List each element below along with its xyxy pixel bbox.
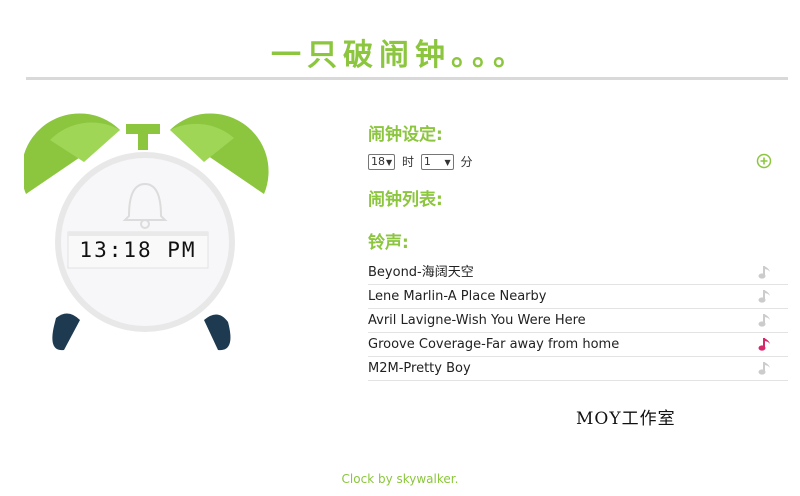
music-note-icon[interactable] — [758, 360, 772, 376]
ringtone-item[interactable]: M2M-Pretty Boy — [368, 357, 788, 381]
ringtones-heading: 铃声: — [368, 233, 409, 253]
right-foot — [204, 314, 231, 351]
chevron-down-icon: ▼ — [436, 157, 451, 167]
music-note-icon[interactable] — [758, 264, 772, 280]
settings-panel: 闹钟设定: 18▼ 时 1 ▼ 分 闹钟列表: 铃声: Beyond-海阔天空 … — [368, 120, 788, 381]
chevron-down-icon: ▼ — [386, 157, 393, 167]
music-note-icon[interactable] — [758, 336, 772, 352]
hour-unit-label: 时 — [401, 155, 414, 169]
footer-credit: Clock by skywalker. — [341, 472, 459, 486]
ringtone-item[interactable]: Beyond-海阔天空 — [368, 261, 788, 285]
ringtone-item[interactable]: Lene Marlin-A Place Nearby — [368, 285, 788, 309]
music-note-icon[interactable] — [758, 312, 772, 328]
alarm-settings-heading: 闹钟设定: — [368, 125, 443, 145]
hour-select[interactable]: 18▼ — [368, 153, 396, 170]
alarm-clock: 13:18 PM — [24, 112, 274, 362]
time-display: 13:18 PM — [79, 238, 197, 262]
page-title: 一只破闹钟。。。 — [271, 38, 529, 73]
plus-circle-icon — [756, 153, 772, 169]
ringtone-item[interactable]: Avril Lavigne-Wish You Were Here — [368, 309, 788, 333]
minute-select[interactable]: 1 ▼ — [420, 153, 454, 170]
add-alarm-button[interactable] — [756, 153, 772, 172]
alarm-list — [368, 210, 788, 228]
alarm-list-heading: 闹钟列表: — [368, 190, 443, 210]
music-note-icon[interactable] — [758, 288, 772, 304]
ringtone-list: Beyond-海阔天空 Lene Marlin-A Place Nearby A… — [368, 261, 788, 381]
left-foot — [52, 313, 80, 351]
top-knob — [126, 124, 160, 134]
ringtone-item-active[interactable]: Groove Coverage-Far away from home — [368, 333, 788, 357]
minute-unit-label: 分 — [460, 155, 473, 169]
title-divider — [26, 77, 788, 80]
studio-credit: MOY工作室 — [576, 409, 676, 429]
alarm-setting-row: 18▼ 时 1 ▼ 分 — [368, 153, 788, 175]
top-stem — [138, 134, 148, 150]
